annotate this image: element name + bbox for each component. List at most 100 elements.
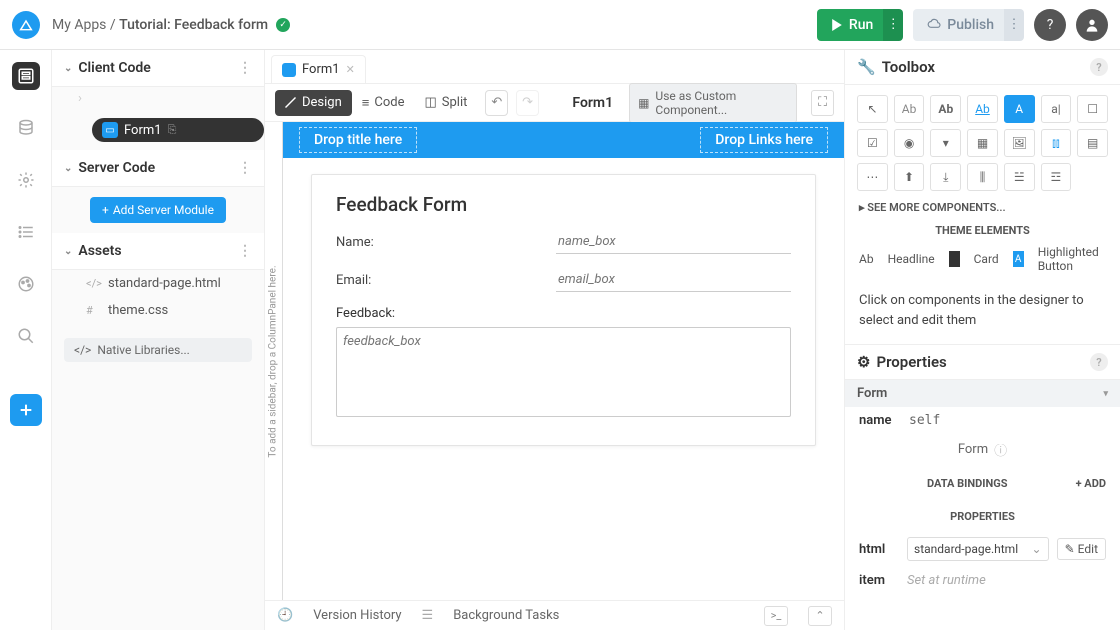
tool-textarea[interactable]: ☐: [1077, 95, 1108, 123]
tool-datepicker[interactable]: ▦: [967, 129, 998, 157]
publish-menu-button[interactable]: ⋮: [1004, 9, 1024, 41]
tool-link[interactable]: Ab: [967, 95, 998, 123]
prop-form-header[interactable]: Form ▾: [845, 380, 1120, 407]
see-more-components[interactable]: ▸ SEE MORE COMPONENTS...: [845, 195, 1120, 220]
run-menu-button[interactable]: ⋮: [883, 9, 903, 41]
chevron-down-icon: ⌄: [64, 63, 72, 74]
tool-dropdown[interactable]: ▾: [930, 129, 961, 157]
run-button[interactable]: Run: [817, 9, 887, 41]
native-libraries-button[interactable]: </> Native Libraries...: [64, 338, 252, 362]
tool-spacer[interactable]: ⋯: [857, 163, 888, 191]
rail-add-button[interactable]: [10, 394, 42, 426]
redo-button[interactable]: ↷: [516, 90, 539, 116]
link-icon: ⎘: [168, 123, 177, 137]
form-title-bar: Drop title here Drop Links here: [283, 122, 844, 158]
asset-item[interactable]: # theme.css: [52, 297, 264, 324]
saved-check-icon: ✓: [276, 18, 290, 32]
add-server-module-button[interactable]: + Add Server Module: [90, 197, 226, 223]
toolbox-grid: ↖ Ab Ab Ab A a| ☐ ☑ ◉ ▾ ▦ 🖼 ⫾⫾ ▤ ⋯ ⬆ ⤓ ⫼…: [845, 85, 1120, 195]
email-label: Email:: [336, 273, 556, 288]
account-button[interactable]: [1076, 9, 1108, 41]
tool-repeating[interactable]: ☲: [1041, 163, 1072, 191]
tool-flow[interactable]: ☱: [1004, 163, 1035, 191]
edit-html-button[interactable]: ✎ Edit: [1057, 538, 1106, 560]
theme-card[interactable]: Card: [974, 252, 999, 266]
code-mode-button[interactable]: ≡ Code: [352, 90, 415, 116]
canvas-wrap: To add a sidebar, drop a ColumnPanel her…: [265, 122, 844, 600]
tool-checkbox[interactable]: ☑: [857, 129, 888, 157]
asset-item[interactable]: </> standard-page.html: [52, 270, 264, 297]
publish-button[interactable]: Publish: [913, 9, 1008, 41]
form-row-email: Email:: [336, 268, 791, 292]
undo-button[interactable]: ↶: [485, 90, 508, 116]
form-item[interactable]: ▭ Form1 ⎘: [92, 118, 264, 142]
form-icon: ▭: [102, 122, 118, 138]
help-icon[interactable]: ?: [1090, 58, 1108, 76]
feedback-textarea[interactable]: [336, 327, 791, 417]
rail-app-icon[interactable]: [12, 62, 40, 90]
tab-form1[interactable]: Form1 ✕: [271, 55, 366, 83]
design-canvas[interactable]: Drop title here Drop Links here Feedback…: [283, 122, 844, 600]
design-mode-button[interactable]: Design: [275, 90, 352, 116]
theme-elements-header: THEME ELEMENTS: [845, 220, 1120, 241]
card-icon: [949, 251, 960, 267]
tool-download[interactable]: ⤓: [930, 163, 961, 191]
split-icon: ◫: [424, 95, 436, 110]
data-bindings-row: DATA BINDINGS + ADD: [845, 465, 1120, 502]
section-menu-icon[interactable]: ⋮: [238, 160, 252, 176]
sidebar-drop-hint[interactable]: To add a sidebar, drop a ColumnPanel her…: [265, 122, 283, 600]
view-mode-segment: Design ≡ Code ◫ Split: [275, 90, 477, 116]
tool-grid[interactable]: ▤: [1077, 129, 1108, 157]
console-button[interactable]: >_: [764, 606, 788, 626]
section-assets[interactable]: ⌄ Assets ⋮: [52, 233, 264, 270]
breadcrumb-root[interactable]: My Apps: [52, 17, 106, 33]
rail-database-icon[interactable]: [12, 114, 40, 142]
app-logo[interactable]: [12, 11, 40, 39]
info-icon[interactable]: ⓘ: [994, 440, 1007, 459]
custom-component-button[interactable]: ▦ Use as Custom Component...: [629, 83, 797, 123]
tool-columns[interactable]: ⫼: [967, 163, 998, 191]
background-tasks-button[interactable]: Background Tasks: [453, 608, 559, 623]
section-client-code[interactable]: ⌄ Client Code ⋮: [52, 50, 264, 87]
button-icon: A: [1013, 251, 1024, 267]
feedback-label: Feedback:: [336, 306, 395, 321]
tool-radio[interactable]: ◉: [894, 129, 925, 157]
rail-theme-icon[interactable]: [12, 270, 40, 298]
rail-settings-icon[interactable]: [12, 166, 40, 194]
help-button[interactable]: ?: [1034, 9, 1066, 41]
tool-pointer[interactable]: ↖: [857, 95, 888, 123]
drop-title-zone[interactable]: Drop title here: [299, 127, 417, 153]
rail-list-icon[interactable]: [12, 218, 40, 246]
expand-button[interactable]: ⛶: [811, 90, 834, 116]
email-input[interactable]: [556, 268, 791, 292]
prop-name-row: name self: [845, 407, 1120, 434]
tool-image[interactable]: 🖼: [1004, 129, 1035, 157]
form-card[interactable]: Feedback Form Name: Email: Feedback:: [311, 174, 816, 446]
html-select[interactable]: standard-page.html ⌄: [907, 537, 1049, 561]
tool-label[interactable]: Ab: [894, 95, 925, 123]
tool-textbox[interactable]: a|: [1041, 95, 1072, 123]
tool-label-bold[interactable]: Ab: [930, 95, 961, 123]
tool-upload[interactable]: ⬆: [894, 163, 925, 191]
collapse-button[interactable]: ⌃: [808, 606, 832, 626]
section-menu-icon[interactable]: ⋮: [238, 243, 252, 259]
section-server-code[interactable]: ⌄ Server Code ⋮: [52, 150, 264, 187]
section-menu-icon[interactable]: ⋮: [238, 60, 252, 76]
breadcrumb-current[interactable]: Tutorial: Feedback form: [119, 17, 268, 33]
add-binding-button[interactable]: + ADD: [1076, 477, 1106, 490]
tool-button[interactable]: A: [1004, 95, 1035, 123]
theme-highlighted-button[interactable]: Highlighted Button: [1038, 245, 1106, 273]
tool-plot[interactable]: ⫾⫾: [1041, 129, 1072, 157]
toolbox-header: 🔧 Toolbox ?: [845, 50, 1120, 85]
item-placeholder: Set at runtime: [907, 573, 986, 588]
prop-name-value[interactable]: self: [909, 413, 940, 428]
theme-headline[interactable]: Headline: [888, 252, 935, 266]
help-icon[interactable]: ?: [1090, 353, 1108, 371]
split-mode-button[interactable]: ◫ Split: [414, 90, 477, 116]
selection-hint: Click on components in the designer to s…: [845, 283, 1120, 344]
name-input[interactable]: [556, 230, 791, 254]
drop-links-zone[interactable]: Drop Links here: [700, 127, 828, 153]
rail-search-icon[interactable]: [12, 322, 40, 350]
version-history-button[interactable]: Version History: [313, 608, 401, 623]
close-icon[interactable]: ✕: [346, 63, 355, 76]
